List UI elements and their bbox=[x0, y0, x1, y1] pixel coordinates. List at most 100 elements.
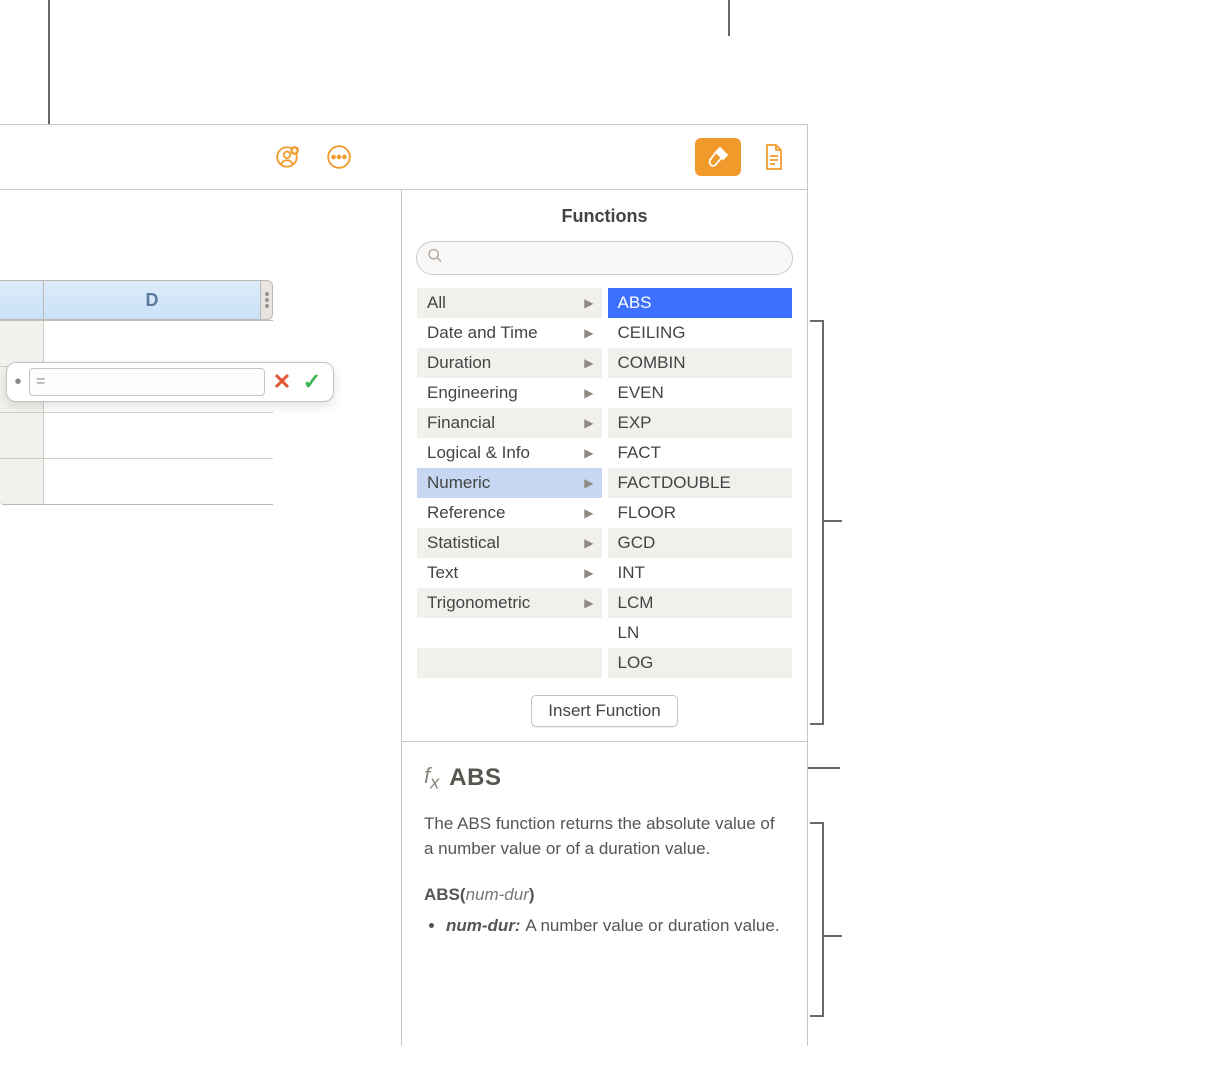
function-item[interactable]: FLOOR bbox=[608, 498, 793, 528]
table-row[interactable] bbox=[0, 413, 273, 459]
help-signature: ABS(num-dur) bbox=[424, 883, 785, 908]
toolbar bbox=[0, 125, 807, 190]
function-item[interactable]: INT bbox=[608, 558, 793, 588]
category-item[interactable]: Engineering ▶ bbox=[417, 378, 602, 408]
function-item-label: FLOOR bbox=[618, 503, 677, 523]
category-item-label: Trigonometric bbox=[427, 593, 530, 613]
category-item[interactable]: Financial ▶ bbox=[417, 408, 602, 438]
category-item[interactable]: Numeric▶ bbox=[417, 468, 602, 498]
row-handle[interactable] bbox=[0, 321, 44, 366]
function-item[interactable]: FACT bbox=[608, 438, 793, 468]
callout-bracket bbox=[810, 1015, 822, 1017]
column-header-label[interactable]: D bbox=[44, 281, 260, 319]
column-header-row[interactable]: D bbox=[0, 280, 273, 320]
cell[interactable] bbox=[44, 413, 273, 458]
category-item-label: Statistical bbox=[427, 533, 500, 553]
callout-bracket bbox=[810, 723, 822, 725]
function-item-label: FACT bbox=[618, 443, 661, 463]
format-brush-icon bbox=[706, 145, 730, 169]
collaborate-button[interactable] bbox=[268, 140, 306, 174]
callout-bracket bbox=[822, 822, 824, 1017]
function-item-label: ABS bbox=[618, 293, 652, 313]
spreadsheet-canvas[interactable]: D • = ✕ ✓ bbox=[0, 190, 402, 1046]
function-item[interactable]: LOG bbox=[608, 648, 793, 678]
function-item[interactable]: ABS bbox=[608, 288, 793, 318]
function-item-label: COMBIN bbox=[618, 353, 686, 373]
category-list[interactable]: All▶Date and Time▶Duration▶Engineering▶F… bbox=[417, 288, 602, 678]
category-item-label: Logical & Info bbox=[427, 443, 530, 463]
category-item[interactable]: Duration ▶ bbox=[417, 348, 602, 378]
category-item[interactable] bbox=[417, 618, 602, 648]
category-item-label: Text bbox=[427, 563, 458, 583]
function-search-input[interactable] bbox=[416, 241, 793, 275]
cell[interactable] bbox=[44, 459, 273, 504]
function-item[interactable]: EVEN bbox=[608, 378, 793, 408]
function-item-label: LCM bbox=[618, 593, 654, 613]
callout-bracket bbox=[810, 320, 822, 322]
function-item-label: EVEN bbox=[618, 383, 664, 403]
category-item[interactable]: Statistical▶ bbox=[417, 528, 602, 558]
category-item-label: Reference bbox=[427, 503, 505, 523]
chevron-right-icon: ▶ bbox=[584, 356, 593, 370]
chevron-right-icon: ▶ bbox=[584, 446, 593, 460]
insert-function-button[interactable]: Insert Function bbox=[531, 695, 677, 727]
column-resize-grip[interactable] bbox=[260, 281, 272, 319]
row-handle[interactable] bbox=[0, 413, 44, 458]
chevron-right-icon: ▶ bbox=[584, 476, 593, 490]
category-item[interactable]: All▶ bbox=[417, 288, 602, 318]
category-item[interactable]: Reference ▶ bbox=[417, 498, 602, 528]
function-item[interactable]: EXP bbox=[608, 408, 793, 438]
function-item-label: GCD bbox=[618, 533, 656, 553]
table-row[interactable] bbox=[0, 459, 273, 505]
formula-editor: • = ✕ ✓ bbox=[6, 362, 334, 402]
chevron-right-icon: ▶ bbox=[584, 386, 593, 400]
document-icon bbox=[762, 143, 786, 171]
help-param: num-dur: A number value or duration valu… bbox=[446, 914, 785, 939]
table-row[interactable] bbox=[0, 321, 273, 367]
category-item-label: Engineering bbox=[427, 383, 518, 403]
help-param-desc: A number value or duration value. bbox=[525, 916, 779, 935]
formula-cancel-button[interactable]: ✕ bbox=[269, 369, 295, 395]
function-help: fx ABS The ABS function returns the abso… bbox=[402, 742, 807, 939]
cell[interactable] bbox=[44, 321, 273, 366]
function-item-label: CEILING bbox=[618, 323, 686, 343]
row-handle[interactable] bbox=[0, 459, 44, 504]
function-list[interactable]: ABS CEILING COMBIN EVEN EXP FACT FACTDOUBLE FLO… bbox=[608, 288, 793, 678]
function-item[interactable]: LCM bbox=[608, 588, 793, 618]
function-item-label: LOG bbox=[618, 653, 654, 673]
help-signature-fn: ABS bbox=[424, 885, 460, 904]
app-window: D • = ✕ ✓ Functions bbox=[0, 124, 808, 1046]
category-item[interactable]: Logical & Info ▶ bbox=[417, 438, 602, 468]
chevron-right-icon: ▶ bbox=[584, 506, 593, 520]
callout-bracket bbox=[822, 520, 842, 522]
callout-bracket bbox=[810, 822, 822, 824]
function-item[interactable]: LN bbox=[608, 618, 793, 648]
function-item-label: FACTDOUBLE bbox=[618, 473, 731, 493]
category-item-label: Duration bbox=[427, 353, 491, 373]
more-button[interactable] bbox=[320, 140, 358, 174]
callout-leader bbox=[728, 0, 730, 36]
category-item-label: Financial bbox=[427, 413, 495, 433]
chevron-right-icon: ▶ bbox=[584, 326, 593, 340]
category-item[interactable]: Date and Time▶ bbox=[417, 318, 602, 348]
formula-accept-button[interactable]: ✓ bbox=[299, 369, 325, 395]
chevron-right-icon: ▶ bbox=[584, 416, 593, 430]
column-header-blank[interactable] bbox=[0, 281, 44, 319]
category-item[interactable] bbox=[417, 648, 602, 678]
fx-icon: fx bbox=[424, 760, 439, 796]
function-item[interactable]: GCD bbox=[608, 528, 793, 558]
category-item[interactable]: Trigonometric▶ bbox=[417, 588, 602, 618]
category-item[interactable]: Text▶ bbox=[417, 558, 602, 588]
callout-bracket bbox=[822, 935, 842, 937]
document-button[interactable] bbox=[755, 140, 793, 174]
function-item[interactable]: FACTDOUBLE bbox=[608, 468, 793, 498]
functions-sidebar: Functions All▶Date and Time▶Duration▶Eng… bbox=[402, 190, 807, 1046]
help-function-name: ABS bbox=[449, 761, 501, 796]
function-item[interactable]: COMBIN bbox=[608, 348, 793, 378]
help-description: The ABS function returns the absolute va… bbox=[424, 812, 785, 861]
more-icon bbox=[326, 144, 352, 170]
formula-input[interactable]: = bbox=[29, 368, 265, 396]
format-button[interactable] bbox=[695, 138, 741, 176]
function-item[interactable]: CEILING bbox=[608, 318, 793, 348]
help-param-name: num-dur: bbox=[446, 916, 525, 935]
